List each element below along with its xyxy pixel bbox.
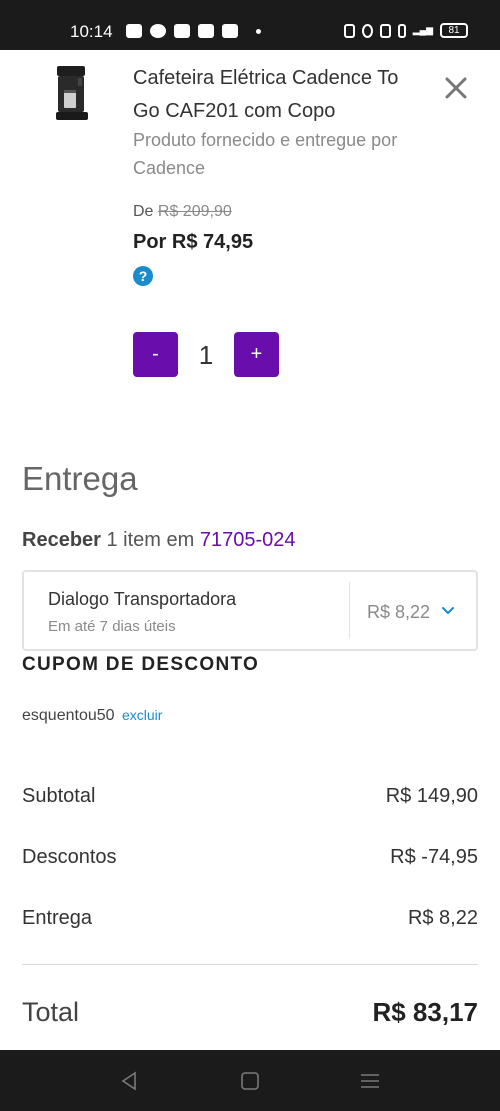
discount-label: Descontos xyxy=(22,846,117,868)
shipping-option-select[interactable]: Dialogo Transportadora Em até 7 dias úte… xyxy=(22,570,478,651)
product-image xyxy=(54,64,90,122)
nfc-icon xyxy=(343,23,355,38)
product-title[interactable]: Cafeteira Elétrica Cadence To Go CAF201 … xyxy=(133,62,413,128)
youtube-icon xyxy=(222,24,238,38)
status-time: 10:14 xyxy=(70,22,113,41)
app-icon xyxy=(174,24,190,38)
bird-icon xyxy=(198,24,214,38)
back-icon[interactable] xyxy=(118,1069,142,1093)
quantity-value: 1 xyxy=(198,340,214,370)
subtotal-row: Subtotal R$ 149,90 xyxy=(22,785,478,808)
chevron-down-icon[interactable] xyxy=(441,604,455,618)
discount-row: Descontos R$ -74,95 xyxy=(22,846,478,869)
remove-coupon-link[interactable]: excluir xyxy=(122,707,162,723)
notification-icons xyxy=(126,24,261,38)
subtotal-value: R$ 149,90 xyxy=(385,785,478,807)
coupon-code: esquentou50 xyxy=(22,707,115,724)
alarm-icon xyxy=(361,23,373,38)
system-navigation-bar xyxy=(0,1050,500,1111)
system-icons: ▂▄▆ 81 xyxy=(343,23,468,38)
delivery-cost-row: Entrega R$ 8,22 xyxy=(22,907,478,930)
receive-text: 1 item em xyxy=(100,529,200,551)
divider xyxy=(22,964,478,965)
increase-quantity-button[interactable]: + xyxy=(234,332,279,377)
coupon-row: esquentou50 excluir xyxy=(22,707,162,725)
bluetooth-icon xyxy=(397,23,406,38)
product-seller: Produto fornecido e entregue por Cadence xyxy=(133,130,398,178)
more-notifications-icon xyxy=(256,28,261,34)
cep-link[interactable]: 71705-024 xyxy=(200,529,296,551)
signal-icon: ▂▄▆ xyxy=(412,25,433,35)
delivery-title: Entrega xyxy=(22,460,138,497)
battery-icon: 81 xyxy=(440,23,468,38)
current-price: Por R$ 74,95 xyxy=(133,231,254,253)
shipping-carrier: Dialogo Transportadora xyxy=(48,589,237,609)
receive-label: Receber xyxy=(22,529,101,551)
decrease-quantity-button[interactable]: - xyxy=(133,332,178,377)
home-icon[interactable] xyxy=(238,1069,262,1093)
subtotal-label: Subtotal xyxy=(22,785,96,807)
message-icon xyxy=(126,24,142,38)
shipping-price: R$ 8,22 xyxy=(367,602,431,622)
shipping-eta: Em até 7 dias úteis xyxy=(48,618,176,635)
old-price: De R$ 209,90 xyxy=(133,203,232,221)
delivery-cost-label: Entrega xyxy=(22,907,93,929)
help-icon[interactable]: ? xyxy=(133,266,153,286)
status-bar: 10:14 ▂▄▆ 81 xyxy=(0,0,500,50)
delivery-destination: Receber 1 item em 71705-024 xyxy=(22,529,296,552)
recent-apps-icon[interactable] xyxy=(358,1069,382,1093)
total-label: Total xyxy=(22,997,80,1027)
whatsapp-icon xyxy=(150,24,166,38)
total-row: Total R$ 83,17 xyxy=(22,997,478,1028)
vibrate-icon xyxy=(379,23,391,38)
old-price-value: R$ 209,90 xyxy=(157,203,232,220)
discount-value: R$ -74,95 xyxy=(390,846,478,868)
delivery-cost-value: R$ 8,22 xyxy=(407,907,478,929)
close-icon[interactable] xyxy=(440,72,472,104)
old-price-prefix: De xyxy=(133,203,154,220)
coupon-title: CUPOM DE DESCONTO xyxy=(22,654,260,675)
total-value: R$ 83,17 xyxy=(372,997,478,1027)
divider xyxy=(349,582,350,639)
